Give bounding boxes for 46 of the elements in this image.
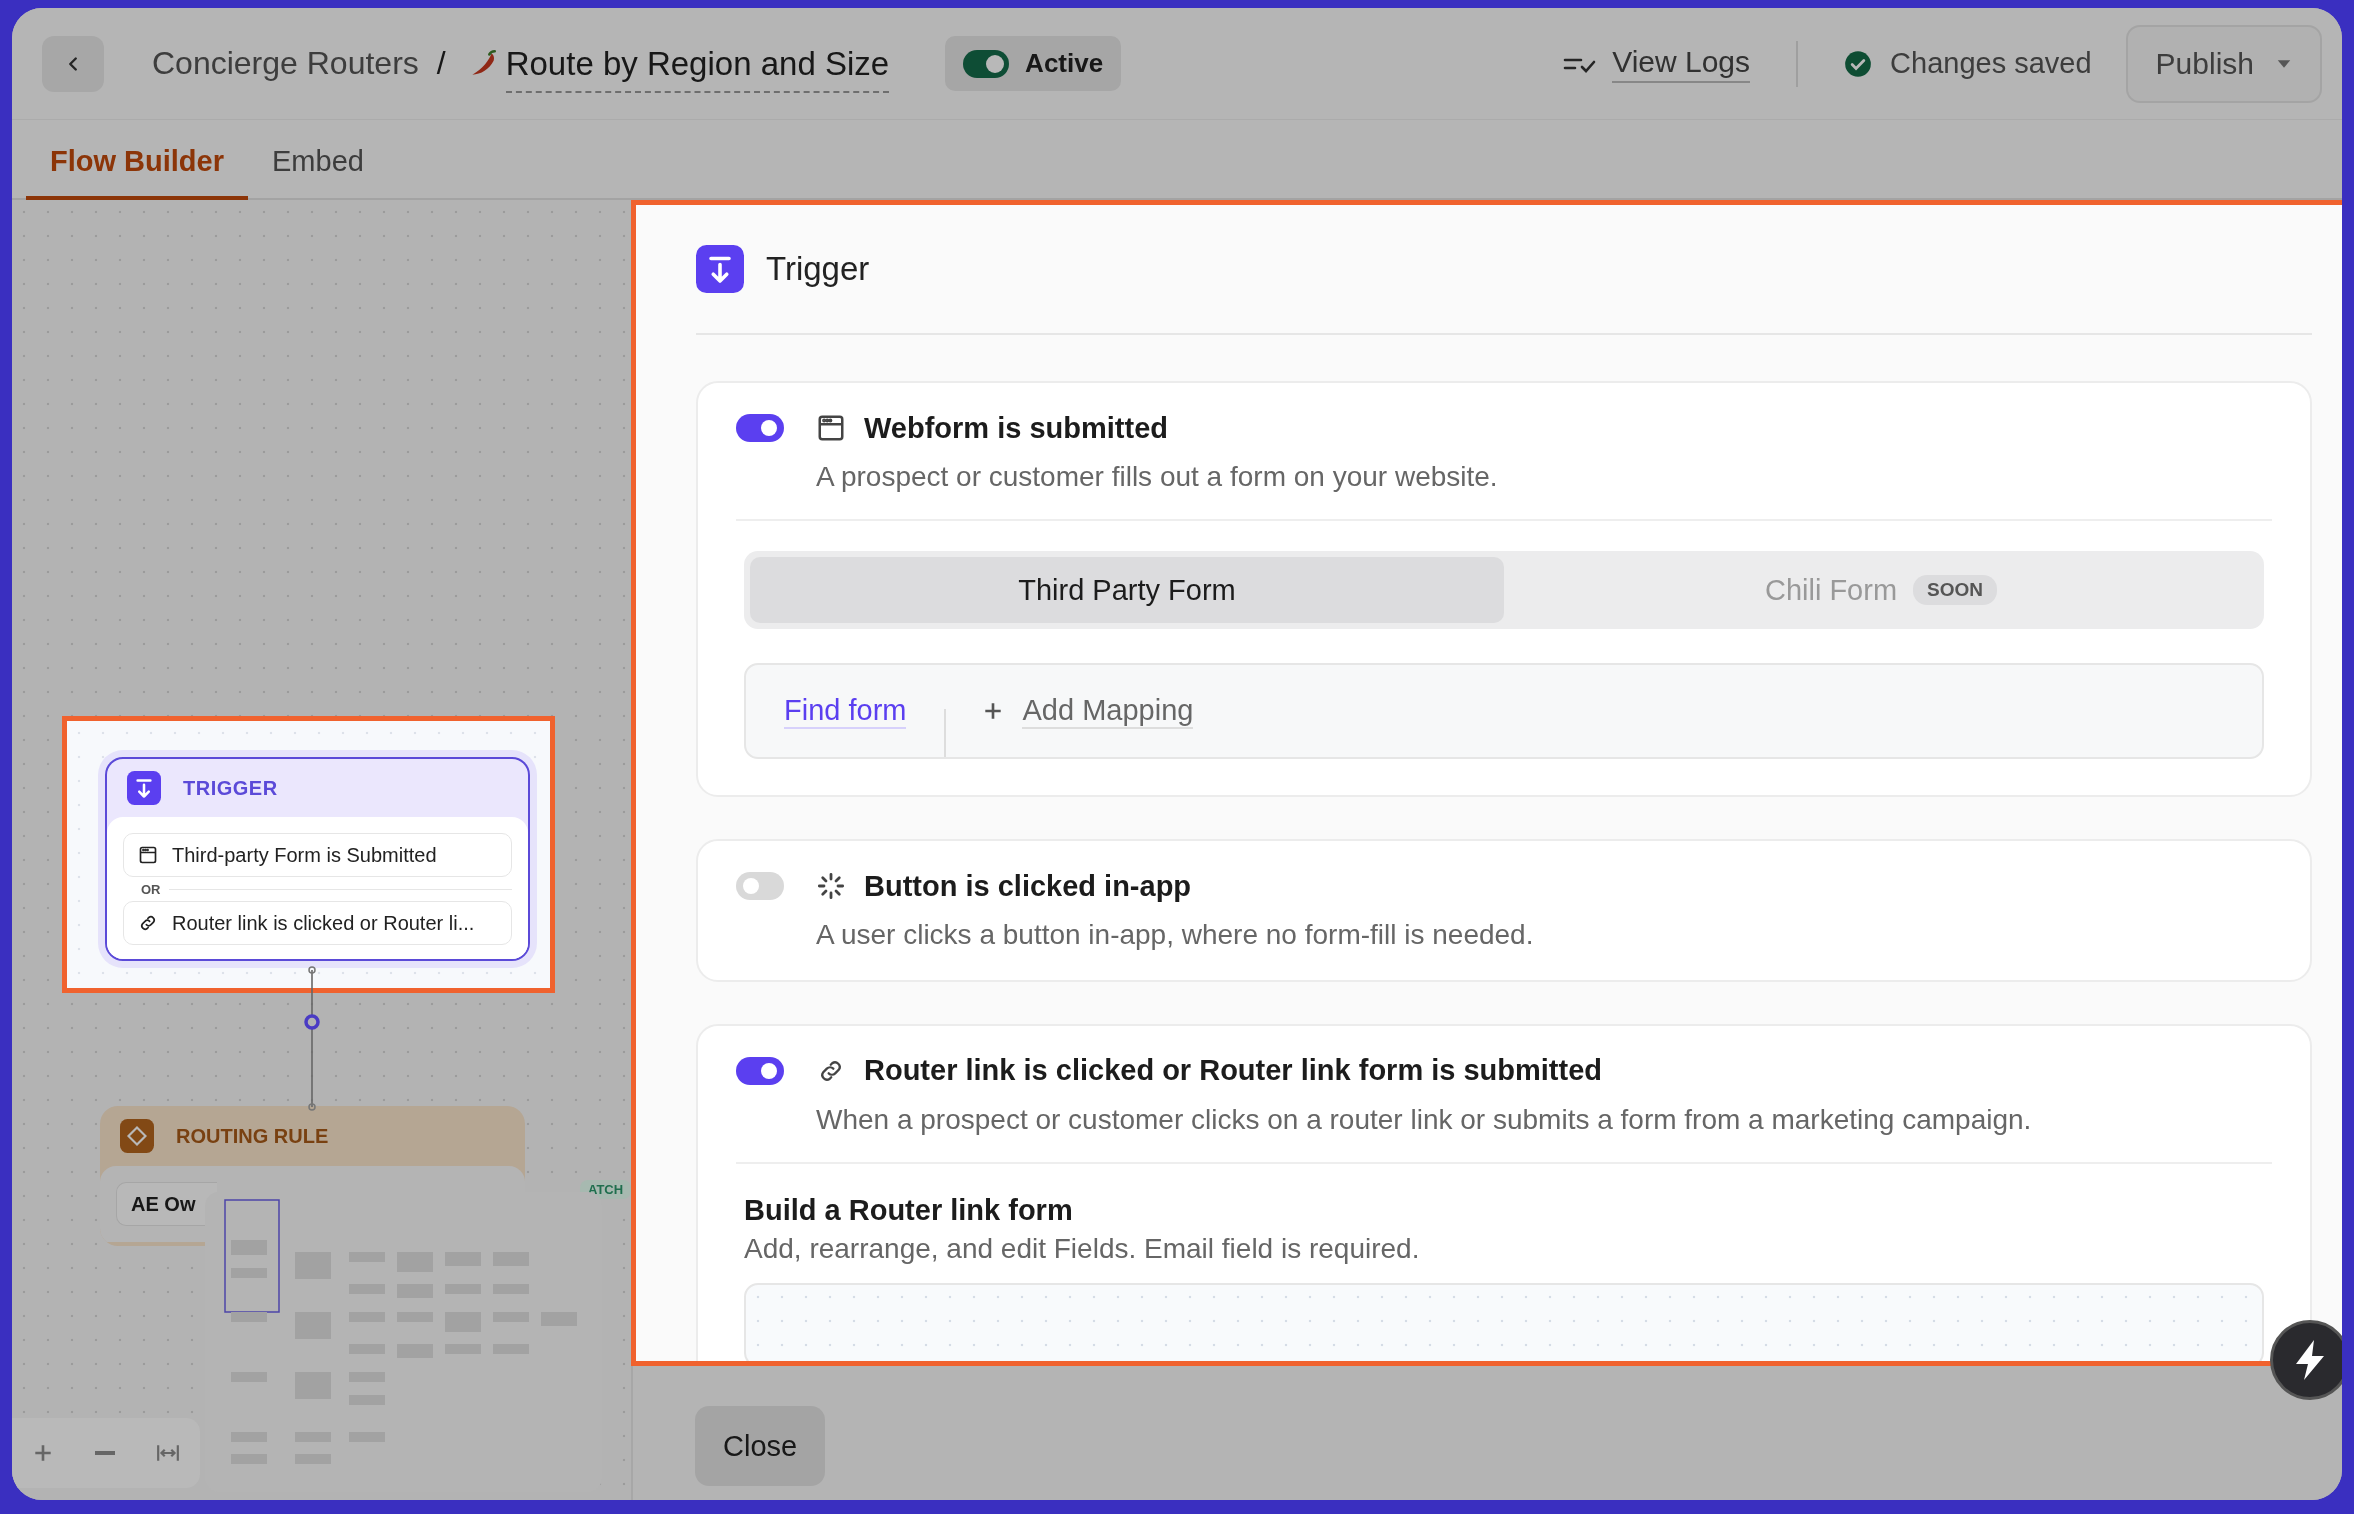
trigger-description: When a prospect or customer clicks on a router link or submits a form from a marketing campaign.	[816, 1102, 2033, 1137]
node-title: ROUTING RULE	[176, 1124, 329, 1148]
rule-item[interactable]: AE Ow	[116, 1182, 217, 1226]
segment-option[interactable]: Third Party Form	[750, 557, 1504, 624]
toggle-switch[interactable]	[736, 414, 784, 442]
node-title: TRIGGER	[183, 776, 278, 800]
trigger-item[interactable]: Router link is clicked or Router li...	[123, 901, 512, 945]
trigger-item-label: Third-party Form is Submitted	[172, 843, 437, 867]
segment-label: Chili Form	[1764, 573, 1898, 607]
or-separator: OR	[141, 881, 161, 897]
toggle-switch[interactable]	[736, 872, 784, 901]
find-form-link[interactable]: Find form	[784, 693, 907, 729]
soon-badge: SOON	[1913, 575, 1998, 606]
fit-width-icon	[155, 1442, 180, 1464]
trigger-description: A prospect or customer fills out a form on your website.	[816, 460, 1499, 494]
check-circle-icon	[1844, 49, 1873, 78]
breadcrumb-link[interactable]: Concierge Routers	[152, 45, 419, 82]
segment-option[interactable]: Chili Form SOON	[1504, 557, 2258, 624]
status-toggle[interactable]	[963, 49, 1010, 78]
window-icon	[816, 413, 846, 443]
link-icon	[138, 913, 158, 933]
publish-button[interactable]: Publish	[2125, 24, 2322, 103]
trigger-title: Webform is submitted	[864, 411, 1168, 445]
window-icon	[138, 845, 158, 865]
builder-title: Build a Router link form	[744, 1194, 1074, 1228]
segment-label: Third Party Form	[1018, 573, 1236, 607]
trigger-description: A user clicks a button in-app, where no form-fill is needed.	[816, 918, 1535, 953]
save-status: Changes saved	[1890, 47, 2092, 80]
status-label: Active	[1025, 48, 1104, 79]
status-pill[interactable]: Active	[945, 36, 1122, 91]
minus-icon	[95, 1451, 115, 1455]
tab[interactable]: Embed	[248, 145, 388, 200]
trigger-item-label: Router link is clicked or Router li...	[172, 911, 475, 935]
view-logs-link[interactable]: View Logs	[1612, 44, 1751, 83]
trigger-item[interactable]: Third-party Form is Submitted	[123, 833, 512, 877]
breadcrumb-separator: /	[436, 45, 446, 82]
trigger-title: Router link is clicked or Router link form is submitted	[864, 1054, 1603, 1088]
trigger-title: Button is clicked in-app	[864, 869, 1192, 903]
toggle-switch[interactable]	[736, 1056, 784, 1085]
router-title[interactable]: Route by Region and Size	[505, 44, 890, 93]
panel-title: Trigger	[766, 250, 870, 288]
close-button[interactable]: Close	[695, 1406, 826, 1486]
builder-description: Add, rearrange, and edit Fields. Email field is required.	[744, 1233, 1421, 1266]
caret-icon	[2276, 58, 2292, 69]
add-mapping-link[interactable]: Add Mapping	[1022, 693, 1194, 729]
sparkle-icon	[817, 872, 845, 901]
